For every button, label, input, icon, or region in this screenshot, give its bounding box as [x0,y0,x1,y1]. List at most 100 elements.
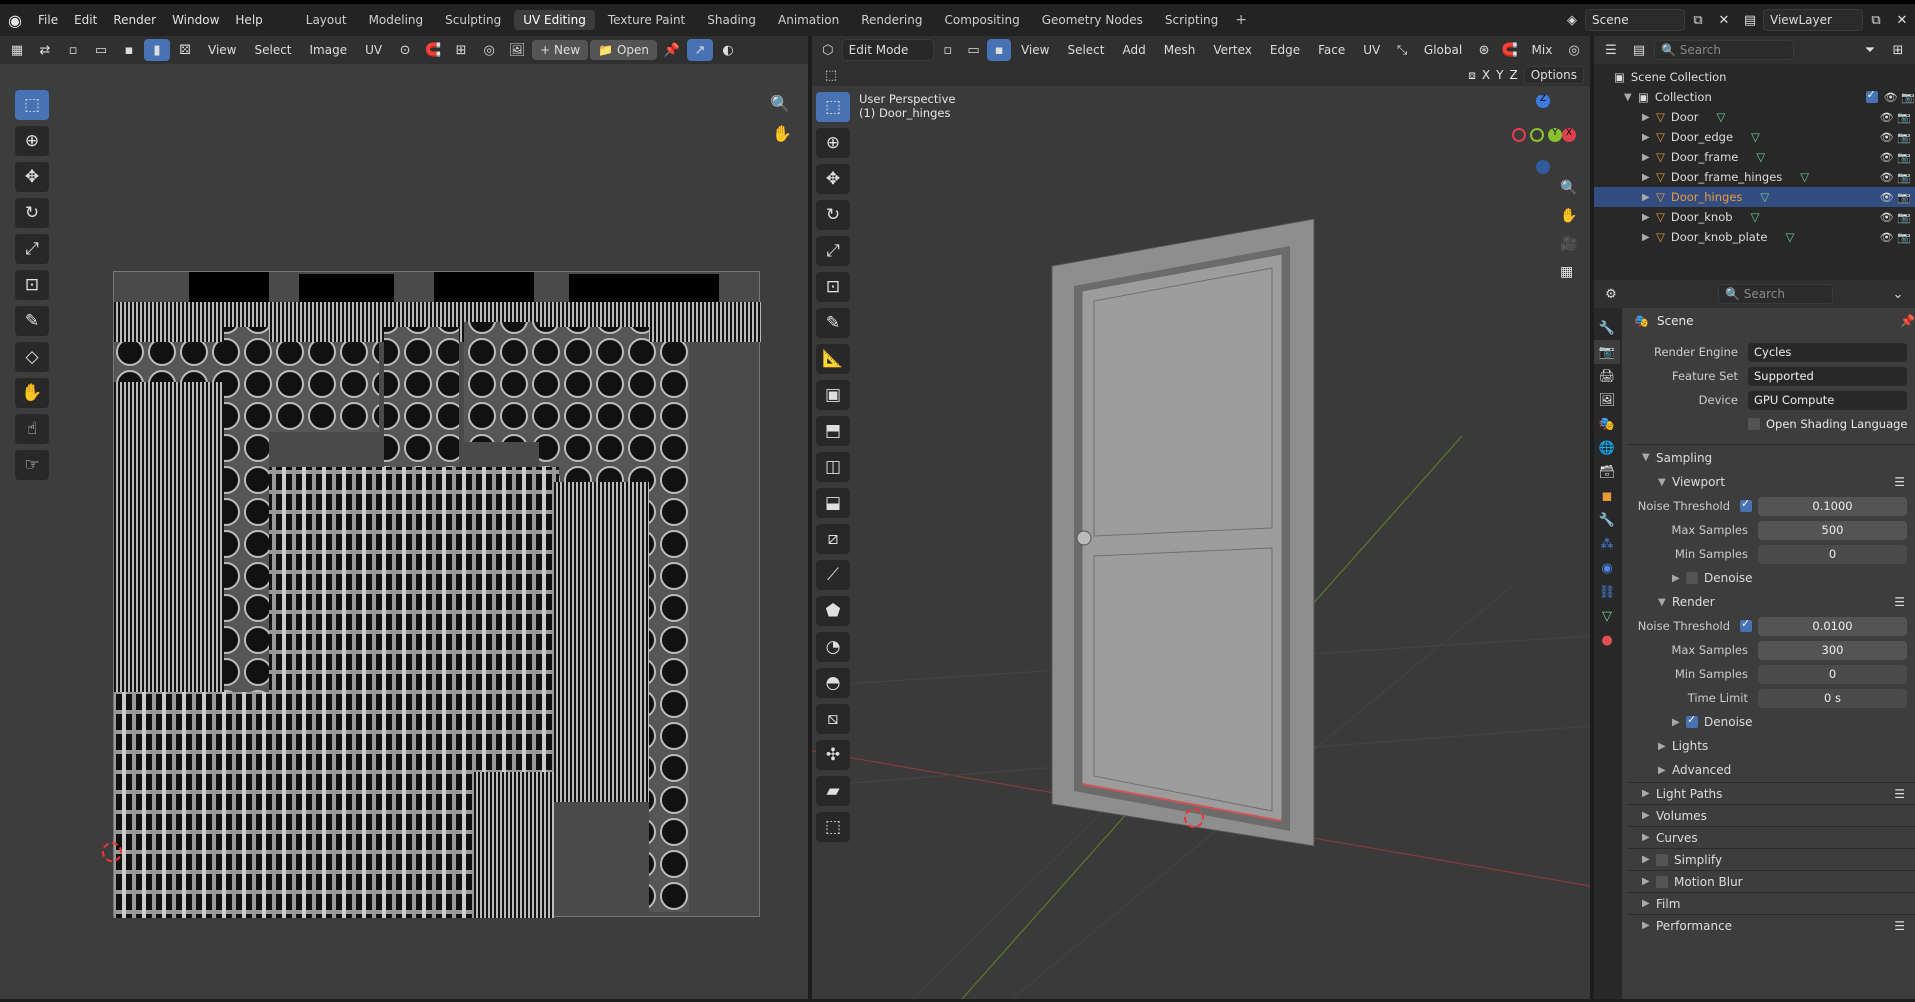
particles-tab-icon[interactable]: ⁂ [1594,532,1620,556]
view-layer-tab-icon[interactable]: 🖼 [1594,388,1620,412]
scale-tool-icon[interactable]: ⤢ [15,234,49,264]
knife-tool-icon[interactable]: ⟋ [816,560,850,590]
pivot-point-icon[interactable]: ⊛ [1472,39,1496,61]
3d-cursor-icon[interactable] [1184,808,1204,828]
transform-orientation-dropdown[interactable]: Global [1416,40,1470,60]
select-box-tool-icon[interactable]: ⬚ [15,90,49,120]
uv-menu-select[interactable]: Select [246,40,299,60]
outliner-item[interactable]: ▶ ▽ Door ▽ 👁 📷 [1594,107,1915,127]
3d-viewport[interactable]: User Perspective (1) Door_hinges ⬚ ⊕ ✥ ↻… [811,86,1591,1000]
visibility-eye-icon[interactable]: 👁 [1880,111,1894,124]
render-noise-field[interactable]: 0.0100 [1758,616,1907,636]
outliner-item[interactable]: ▶ ▽ Door_knob_plate ▽ 👁 📷 [1594,227,1915,247]
snap-icon[interactable]: 🧲 [420,39,446,61]
panel-film[interactable]: ▶ Film [1628,892,1915,914]
mirror-x-toggle[interactable]: X [1482,68,1490,82]
scene-collection-row[interactable]: ▣ Scene Collection [1614,67,1915,87]
collection-render-icon[interactable]: 📷 [1901,91,1915,104]
outliner-item[interactable]: ▶ ▽ Door_frame_hinges ▽ 👁 📷 [1594,167,1915,187]
vp-cursor-tool-icon[interactable]: ⊕ [816,128,850,158]
tab-animation[interactable]: Animation [769,10,848,30]
vp-menu-uv[interactable]: UV [1355,40,1388,60]
visibility-eye-icon[interactable]: 👁 [1880,151,1894,164]
panel-curves[interactable]: ▶ Curves [1628,826,1915,848]
chevron-right-icon[interactable]: ▶ [1642,132,1656,143]
proportional-icon[interactable]: ◎ [476,39,502,61]
loop-cut-tool-icon[interactable]: ⧄ [816,524,850,554]
outliner-item[interactable]: ▶ ▽ Door_knob ▽ 👁 📷 [1594,207,1915,227]
2d-cursor-icon[interactable] [102,842,122,862]
render-noise-checkbox[interactable] [1740,617,1752,632]
viewport-max-field[interactable]: 500 [1758,520,1907,540]
panel-enable-checkbox[interactable] [1656,853,1668,866]
vp-menu-view[interactable]: View [1013,40,1057,60]
mesh-vertex-select-icon[interactable]: ▫ [936,39,960,61]
collection-row[interactable]: ▼▣ Collection 👁 📷 [1614,87,1915,107]
grab-tool-icon[interactable]: ✋ [15,378,49,408]
render-engine-dropdown[interactable]: Cycles [1748,342,1907,362]
move-tool-icon[interactable]: ✥ [15,162,49,192]
output-tab-icon[interactable]: 🖨 [1594,364,1620,388]
lights-subpanel-header[interactable]: ▶ Lights [1628,734,1915,758]
panel-presets-icon[interactable]: ☰ [1894,787,1905,801]
mesh-edge-select-icon[interactable]: ▭ [962,39,986,61]
face-select-icon[interactable]: ▪ [116,39,142,61]
vp-rotate-tool-icon[interactable]: ↻ [816,200,850,230]
render-camera-icon[interactable]: 📷 [1897,151,1911,164]
delete-viewlayer-icon[interactable]: ✕ [1889,9,1915,31]
sticky-select-icon[interactable]: ⚄ [172,39,198,61]
rip-tool-icon[interactable]: ◇ [15,342,49,372]
new-collection-icon[interactable]: ⊞ [1885,39,1911,61]
navigation-gizmo[interactable]: Z X Y [1502,94,1582,174]
rip-region-tool-icon[interactable]: ⬚ [816,812,850,842]
camera-view-icon[interactable]: 🎥 [1560,236,1577,252]
outliner-item[interactable]: ▶ ▽ Door_edge ▽ 👁 📷 [1594,127,1915,147]
uv-menu-uv[interactable]: UV [357,40,390,60]
time-limit-field[interactable]: 0 s [1758,688,1907,708]
ortho-toggle-icon[interactable]: ▦ [1560,264,1573,280]
viewport-min-field[interactable]: 0 [1758,544,1907,564]
pinch-tool-icon[interactable]: ☞ [15,450,49,480]
cursor-tool-icon[interactable]: ⊕ [15,126,49,156]
outliner-item[interactable]: ▶ ▽ Door_frame ▽ 👁 📷 [1594,147,1915,167]
visibility-eye-icon[interactable]: 👁 [1880,131,1894,144]
viewlayer-icon[interactable]: ▤ [1737,9,1763,31]
render-denoise-checkbox[interactable] [1686,713,1698,728]
chevron-down-icon[interactable]: ▼ [1624,92,1638,103]
vp-scale-tool-icon[interactable]: ⤢ [816,236,850,266]
advanced-subpanel-header[interactable]: ▶ Advanced [1628,758,1915,782]
viewport-denoise-checkbox[interactable] [1686,572,1698,584]
panel-enable-checkbox[interactable] [1656,875,1668,888]
gizmo-x-icon[interactable]: X [1562,128,1576,142]
uv-editor-canvas[interactable]: ⬚ ⊕ ✥ ↻ ⤢ ⊡ ✎ ◇ ✋ ☝ ☞ 🔍 ✋ [0,64,808,999]
viewport-subpanel-header[interactable]: ▼ Viewport ☰ [1628,470,1915,494]
sync-selection-icon[interactable]: ⇄ [32,39,58,61]
chevron-right-icon[interactable]: ▶ [1642,212,1656,223]
render-subpanel-header[interactable]: ▼ Render ☰ [1628,590,1915,614]
pin-icon[interactable]: 📌 [659,39,685,61]
tab-shading[interactable]: Shading [698,10,765,30]
vp-zoom-icon[interactable]: 🔍 [1560,180,1577,196]
scene-icon[interactable]: ◈ [1559,9,1585,31]
proportional-edit-icon[interactable]: ◎ [1562,39,1586,61]
pivot-icon[interactable]: ⊙ [392,39,418,61]
viewport-noise-field[interactable]: 0.1000 [1758,496,1907,516]
display-mode-icon[interactable]: ▤ [1626,39,1652,61]
gizmo-neg-x-icon[interactable] [1512,128,1526,142]
world-tab-icon[interactable]: 🌐 [1594,436,1620,460]
vp-annotate-tool-icon[interactable]: ✎ [816,308,850,338]
pan-hand-icon[interactable]: ✋ [772,124,792,143]
menu-window[interactable]: Window [164,13,227,27]
render-min-field[interactable]: 0 [1758,664,1907,684]
material-tab-icon[interactable]: ● [1594,628,1620,652]
visibility-eye-icon[interactable]: 👁 [1880,231,1894,244]
render-tab-icon[interactable]: 📷 [1594,340,1620,364]
menu-edit[interactable]: Edit [66,13,105,27]
smooth-tool-icon[interactable]: ◓ [816,668,850,698]
tab-sculpting[interactable]: Sculpting [436,10,510,30]
viewlayer-selector[interactable]: ViewLayer [1763,9,1863,31]
vp-menu-select[interactable]: Select [1059,40,1112,60]
constraints-tab-icon[interactable]: ⛓ [1594,580,1620,604]
scene-tab-icon[interactable]: 🎭 [1594,412,1620,436]
mirror-y-toggle[interactable]: Y [1496,68,1503,82]
